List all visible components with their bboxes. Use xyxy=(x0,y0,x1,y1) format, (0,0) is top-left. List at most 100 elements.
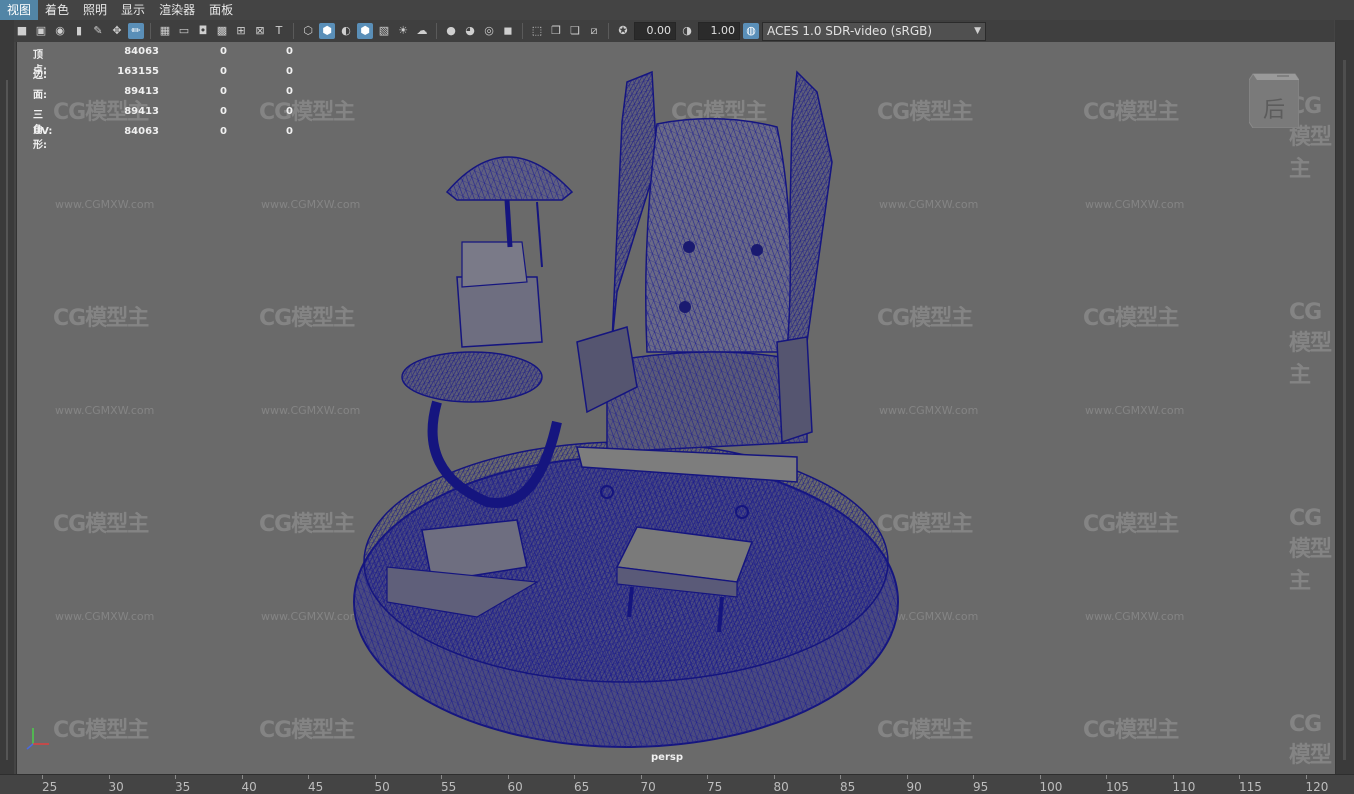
hud-value: 0 xyxy=(286,66,293,77)
hud-value: 0 xyxy=(286,106,293,117)
grease-pencil-icon[interactable]: ✏ xyxy=(128,23,144,39)
right-panel-edge xyxy=(1335,20,1354,780)
left-scrollbar[interactable] xyxy=(6,80,8,760)
textured-icon[interactable]: ▧ xyxy=(376,23,392,39)
timeline-tick xyxy=(773,775,775,779)
exposure-field[interactable]: 0.00 xyxy=(634,22,676,40)
image-plane-icon[interactable]: ✎ xyxy=(90,23,106,39)
xray-icon[interactable]: ❐ xyxy=(548,23,564,39)
hud-value: 0 xyxy=(220,126,227,137)
menu-shading[interactable]: 着色 xyxy=(38,0,76,20)
lights-icon[interactable]: ☀ xyxy=(395,23,411,39)
timeline-tick xyxy=(1239,775,1240,779)
timeline-tick xyxy=(42,775,43,779)
anti-aliasing-icon[interactable]: ◎ xyxy=(481,23,497,39)
xray-components-icon[interactable]: ⧄ xyxy=(586,23,602,39)
toolbar-separator xyxy=(150,23,151,39)
gate-mask-icon[interactable]: ▩ xyxy=(214,23,230,39)
xray-joints-icon[interactable]: ❏ xyxy=(567,23,583,39)
chevron-down-icon: ▼ xyxy=(974,25,981,36)
hud-value: 0 xyxy=(220,66,227,77)
hud-value: 0 xyxy=(220,46,227,57)
depth-of-field-icon[interactable]: ◼ xyxy=(500,23,516,39)
menu-renderer[interactable]: 渲染器 xyxy=(152,0,202,20)
gamma-field[interactable]: 1.00 xyxy=(698,22,740,40)
hud-label: 边: xyxy=(33,70,47,81)
menu-bar: 视图 着色 照明 显示 渲染器 面板 xyxy=(0,0,1354,20)
view-cube[interactable]: 后 xyxy=(1248,72,1300,129)
view-cube-face-label[interactable]: 后 xyxy=(1249,92,1299,124)
bookmark-camera-icon[interactable]: ◉ xyxy=(52,23,68,39)
axis-gizmo xyxy=(26,728,49,750)
hud-value: 89413 xyxy=(124,86,159,97)
wireframe-on-shaded-icon[interactable]: ⬢ xyxy=(357,23,373,39)
hud-value: 0 xyxy=(286,86,293,97)
timeline-tick xyxy=(374,775,376,779)
perspective-viewport[interactable]: CG模型主 CG模型主 CG模型主 CG模型主 CG模型主 CG模型主 www.… xyxy=(16,42,1336,774)
side-table-with-lamp xyxy=(401,156,574,508)
viewport-toolbar: ■ ▣ ◉ ▮ ✎ ✥ ✏ ▦ ▭ ◘ ▩ ⊞ ⊠ T ⬡ ⬢ ◐ ⬢ ▧ ☀ … xyxy=(14,20,1334,42)
toolbar-separator xyxy=(608,23,609,39)
timeline-tick xyxy=(1039,775,1041,779)
smooth-shade-icon[interactable]: ⬢ xyxy=(319,23,335,39)
toolbar-separator xyxy=(436,23,437,39)
bookmark-icon[interactable]: ▮ xyxy=(71,23,87,39)
field-chart-icon[interactable]: ⊞ xyxy=(233,23,249,39)
timeline-tick xyxy=(973,775,974,779)
wireframe-model[interactable] xyxy=(17,42,1335,774)
camera-name-label: persp xyxy=(651,752,683,763)
timeline-tick xyxy=(1106,775,1107,779)
color-management-icon[interactable]: ◍ xyxy=(743,23,759,39)
hud-label: UV: xyxy=(33,126,53,137)
timeline-tick xyxy=(640,775,642,779)
timeline-tick xyxy=(175,775,176,779)
safe-action-icon[interactable]: ⊠ xyxy=(252,23,268,39)
timeline-tick xyxy=(840,775,841,779)
2d-pan-icon[interactable]: ✥ xyxy=(109,23,125,39)
isolate-select-icon[interactable]: ⬚ xyxy=(529,23,545,39)
hud-value: 84063 xyxy=(124,46,159,57)
default-material-icon[interactable]: ◐ xyxy=(338,23,354,39)
menu-view[interactable]: 视图 xyxy=(0,0,39,20)
hud-value: 89413 xyxy=(124,106,159,117)
hud-label: 面: xyxy=(33,90,47,101)
menu-lighting[interactable]: 照明 xyxy=(76,0,114,20)
ambient-occlusion-icon[interactable]: ● xyxy=(443,23,459,39)
camera-icon[interactable]: ■ xyxy=(14,23,30,39)
film-gate-icon[interactable]: ▭ xyxy=(176,23,192,39)
timeline-tick xyxy=(308,775,309,779)
right-scrollbar[interactable] xyxy=(1343,60,1346,760)
timeline-tick xyxy=(1172,775,1174,779)
shadows-icon[interactable]: ☁ xyxy=(414,23,430,39)
hud-value: 0 xyxy=(220,106,227,117)
view-transform-dropdown[interactable]: ACES 1.0 SDR-video (sRGB) ▼ xyxy=(762,21,986,41)
toolbar-separator xyxy=(293,23,294,39)
timeline-tick xyxy=(574,775,575,779)
hud-value: 0 xyxy=(286,126,293,137)
gamma-icon[interactable]: ◑ xyxy=(679,23,695,39)
timeline-tick xyxy=(108,775,110,779)
toolbar-separator xyxy=(522,23,523,39)
timeline-tick xyxy=(507,775,509,779)
menu-show[interactable]: 显示 xyxy=(114,0,152,20)
grid-icon[interactable]: ▦ xyxy=(157,23,173,39)
camera-attributes-icon[interactable]: ▣ xyxy=(33,23,49,39)
timeline-tick xyxy=(906,775,908,779)
view-transform-value: ACES 1.0 SDR-video (sRGB) xyxy=(767,23,933,38)
time-slider-ruler[interactable]: 25 30 35 40 45 50 55 60 65 70 75 80 85 90 95 100 105 110 1… xyxy=(0,774,1354,794)
left-panel-edge xyxy=(0,20,14,780)
resolution-gate-icon[interactable]: ◘ xyxy=(195,23,211,39)
hud-value: 163155 xyxy=(117,66,159,77)
timeline-tick xyxy=(441,775,442,779)
motion-blur-icon[interactable]: ◕ xyxy=(462,23,478,39)
safe-title-icon[interactable]: T xyxy=(271,23,287,39)
wireframe-icon[interactable]: ⬡ xyxy=(300,23,316,39)
timeline-tick xyxy=(707,775,708,779)
menu-panels[interactable]: 面板 xyxy=(202,0,240,20)
timeline-tick xyxy=(1305,775,1307,779)
timeline-tick xyxy=(241,775,243,779)
exposure-icon[interactable]: ✪ xyxy=(615,23,631,39)
hud-value: 0 xyxy=(286,46,293,57)
hud-value: 84063 xyxy=(124,126,159,137)
hud-value: 0 xyxy=(220,86,227,97)
